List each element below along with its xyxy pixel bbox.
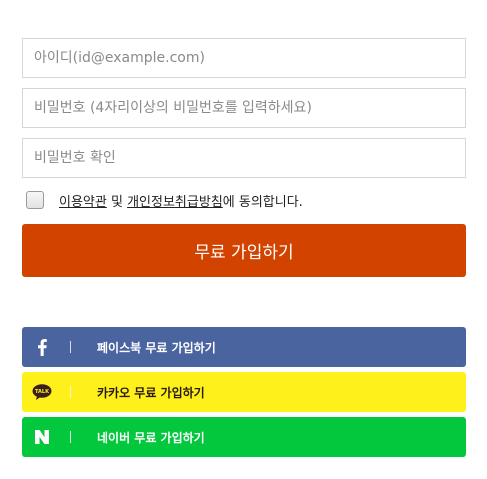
naver-n-icon — [22, 417, 62, 457]
divider — [70, 431, 71, 443]
naver-signup-button[interactable]: 네이버 무료 가입하기 — [22, 417, 466, 457]
password-input[interactable] — [22, 88, 466, 128]
facebook-signup-label: 페이스북 무료 가입하기 — [97, 340, 216, 355]
agree-checkbox[interactable] — [26, 191, 44, 209]
terms-link[interactable]: 이용약관 — [59, 191, 107, 210]
divider — [70, 341, 71, 353]
facebook-f-icon — [22, 327, 62, 367]
terms-agreement: 이용약관 및 개인정보취급방침 에 동의합니다. — [26, 189, 303, 211]
kakao-talk-icon: TALK — [22, 372, 62, 412]
facebook-signup-button[interactable]: 페이스북 무료 가입하기 — [22, 327, 466, 367]
agree-and-text: 및 — [110, 194, 123, 210]
svg-text:TALK: TALK — [35, 389, 50, 395]
signup-button[interactable]: 무료 가입하기 — [22, 224, 466, 277]
privacy-policy-link[interactable]: 개인정보취급방침 — [127, 191, 223, 210]
id-email-input[interactable] — [22, 38, 466, 78]
signup-form: 이용약관 및 개인정보취급방침 에 동의합니다. 무료 가입하기 페이스북 무료… — [0, 0, 487, 479]
kakao-signup-button[interactable]: TALK 카카오 무료 가입하기 — [22, 372, 466, 412]
agree-suffix-text: 에 동의합니다. — [222, 194, 303, 210]
divider — [70, 386, 71, 398]
kakao-signup-label: 카카오 무료 가입하기 — [97, 385, 205, 400]
naver-signup-label: 네이버 무료 가입하기 — [97, 430, 205, 445]
password-confirm-input[interactable] — [22, 138, 466, 178]
